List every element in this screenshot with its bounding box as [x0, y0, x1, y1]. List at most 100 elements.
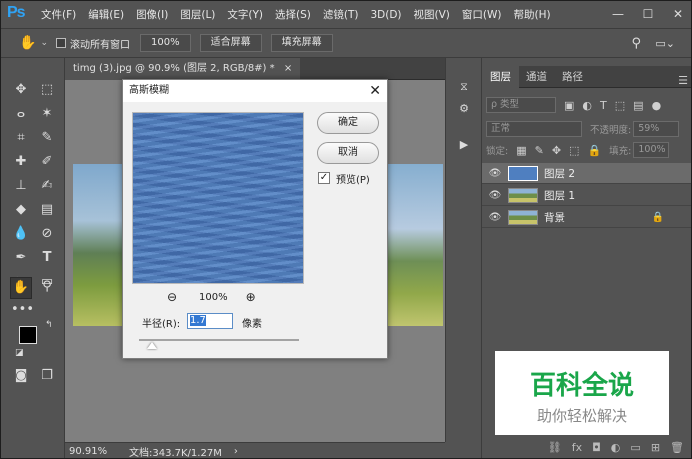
fill-field[interactable]: 100% — [633, 142, 670, 158]
new-layer-icon[interactable]: ⊞ — [651, 441, 660, 454]
menu-help[interactable]: 帮助(H) — [508, 7, 557, 22]
eyedropper-tool-icon[interactable]: ✎ — [37, 128, 57, 148]
document-tab-bar: timg (3).jpg @ 90.9% (图层 2, RGB/8#) * × — [65, 58, 445, 80]
zoom-out-icon[interactable]: ⊖ — [167, 290, 181, 304]
screen-mode-icon[interactable]: ❐ — [37, 366, 57, 386]
layer-style-icon[interactable]: fx — [572, 441, 582, 454]
panel-menu-icon[interactable]: ☰ — [678, 74, 688, 87]
link-layers-icon[interactable]: ⛓ — [548, 441, 562, 454]
lock-transparent-icon[interactable]: ▦ — [516, 144, 526, 157]
healing-brush-tool-icon[interactable]: ✚ — [11, 152, 31, 172]
radius-slider-track[interactable] — [139, 339, 299, 341]
properties-panel-icon[interactable]: ⚙ — [454, 100, 474, 118]
dialog-title-bar[interactable]: 高斯模糊 ✕ — [123, 80, 387, 102]
menu-file[interactable]: 文件(F) — [35, 7, 82, 22]
lock-all-icon[interactable]: 🔒 — [587, 144, 601, 157]
filter-type-icon[interactable]: T — [600, 99, 607, 112]
tab-close-icon[interactable]: × — [284, 63, 292, 74]
hand-tool-icon[interactable]: ✋ — [19, 35, 36, 51]
zoom-in-icon[interactable]: ⊕ — [246, 290, 260, 304]
menu-edit[interactable]: 编辑(E) — [82, 7, 130, 22]
blur-tool-icon[interactable]: 💧 — [11, 224, 31, 244]
menu-view[interactable]: 视图(V) — [408, 7, 456, 22]
search-icon[interactable]: ⚲ — [631, 36, 641, 51]
maximize-button[interactable]: ☐ — [633, 1, 663, 28]
quick-mask-icon[interactable]: ◙ — [11, 366, 31, 386]
lock-artboard-icon[interactable]: ⬚ — [569, 144, 579, 157]
ok-button[interactable]: 确定 — [317, 112, 379, 134]
menu-filter[interactable]: 滤镜(T) — [317, 7, 365, 22]
zoom-level-field[interactable]: 90.91% — [65, 446, 107, 457]
brush-tool-icon[interactable]: ✐ — [37, 152, 57, 172]
type-tool-icon[interactable]: T — [37, 248, 57, 268]
zoom-100-button[interactable]: 100% — [139, 34, 191, 52]
radius-label: 半径(R): — [142, 319, 181, 330]
history-brush-tool-icon[interactable]: ✍ — [37, 176, 57, 196]
default-colors-icon[interactable]: ◪ — [15, 348, 24, 358]
minimize-button[interactable]: — — [603, 1, 633, 28]
filter-toggle-icon[interactable]: ● — [652, 99, 662, 112]
swap-colors-icon[interactable]: ↰ — [45, 320, 53, 330]
radius-slider-thumb[interactable] — [147, 342, 157, 349]
magic-wand-tool-icon[interactable]: ✶ — [37, 104, 57, 124]
tab-channels[interactable]: 通道 — [518, 66, 555, 88]
history-panel-icon[interactable]: ⧖ — [454, 78, 474, 96]
foreground-color-swatch[interactable] — [19, 326, 37, 344]
menu-image[interactable]: 图像(I) — [130, 7, 174, 22]
eraser-tool-icon[interactable]: ◆ — [11, 200, 31, 220]
blend-mode-select[interactable]: 正常 — [486, 121, 582, 137]
tab-layers[interactable]: 图层 — [482, 66, 519, 88]
visibility-eye-icon[interactable]: 👁 — [482, 212, 508, 223]
fit-screen-button[interactable]: 适合屏幕 — [199, 34, 262, 52]
filter-pixel-icon[interactable]: ▣ — [564, 99, 574, 112]
cancel-button[interactable]: 取消 — [317, 142, 379, 164]
gradient-tool-icon[interactable]: ▤ — [37, 200, 57, 220]
dodge-tool-icon[interactable]: ⊘ — [37, 224, 57, 244]
visibility-eye-icon[interactable]: 👁 — [482, 168, 508, 179]
filter-smart-object-icon[interactable]: ▤ — [633, 99, 643, 112]
blur-preview[interactable] — [132, 112, 304, 284]
fill-screen-button[interactable]: 填充屏幕 — [270, 34, 333, 52]
menu-select[interactable]: 选择(S) — [269, 7, 317, 22]
zoom-tool-icon[interactable]: ⚲ — [37, 277, 57, 297]
new-group-icon[interactable]: ▭ — [630, 441, 640, 454]
watermark-title: 百科全说 — [529, 371, 634, 401]
workspace-switcher-icon[interactable]: ▭⌄ — [655, 37, 675, 50]
menu-3d[interactable]: 3D(D) — [364, 9, 407, 21]
crop-tool-icon[interactable]: ⌗ — [11, 128, 31, 148]
lasso-tool-icon[interactable]: ⴰ — [11, 104, 31, 124]
status-menu-arrow-icon[interactable]: › — [234, 446, 238, 457]
lock-position-icon[interactable]: ✥ — [552, 144, 561, 157]
layer-row[interactable]: 👁 背景 🔒 — [482, 207, 691, 228]
visibility-eye-icon[interactable]: 👁 — [482, 190, 508, 201]
preview-checkbox[interactable]: ✓ — [318, 172, 330, 184]
marquee-tool-icon[interactable]: ⬚ — [37, 80, 57, 100]
menu-layer[interactable]: 图层(L) — [174, 7, 221, 22]
layer-kind-filter[interactable]: ρ 类型 — [486, 97, 556, 113]
hand-tool-active-icon[interactable]: ✋ — [10, 277, 32, 299]
more-tools-icon[interactable]: ••• — [11, 300, 34, 320]
pen-tool-icon[interactable]: ✒ — [11, 248, 31, 268]
filter-shape-icon[interactable]: ⬚ — [615, 99, 625, 112]
menu-type[interactable]: 文字(Y) — [221, 7, 269, 22]
clone-stamp-tool-icon[interactable]: ⊥ — [11, 176, 31, 196]
opacity-field[interactable]: 59% — [633, 121, 680, 137]
actions-play-icon[interactable]: ▶ — [454, 136, 474, 154]
lock-pixels-icon[interactable]: ✎ — [535, 144, 544, 157]
layer-row[interactable]: 👁 图层 2 — [482, 163, 691, 184]
close-icon[interactable]: ✕ — [369, 80, 381, 102]
layer-filter-row: ρ 类型 ▣ ◐ T ⬚ ▤ ● — [486, 95, 690, 115]
adjustment-layer-icon[interactable]: ◐ — [611, 441, 621, 454]
filter-adjustment-icon[interactable]: ◐ — [582, 99, 592, 112]
move-tool-icon[interactable]: ✥ — [11, 80, 31, 100]
add-mask-icon[interactable]: ◘ — [592, 441, 601, 454]
document-tab[interactable]: timg (3).jpg @ 90.9% (图层 2, RGB/8#) * × — [65, 58, 301, 80]
close-window-button[interactable]: ✕ — [663, 1, 691, 28]
layer-row[interactable]: 👁 图层 1 — [482, 185, 691, 206]
menu-window[interactable]: 窗口(W) — [456, 7, 508, 22]
chevron-down-icon[interactable]: ⌄ — [40, 38, 48, 48]
delete-layer-icon[interactable]: 🗑 — [670, 441, 684, 454]
tab-paths[interactable]: 路径 — [554, 66, 591, 88]
scroll-all-windows-checkbox[interactable] — [55, 38, 66, 48]
radius-input[interactable]: 1.7 — [187, 313, 233, 329]
